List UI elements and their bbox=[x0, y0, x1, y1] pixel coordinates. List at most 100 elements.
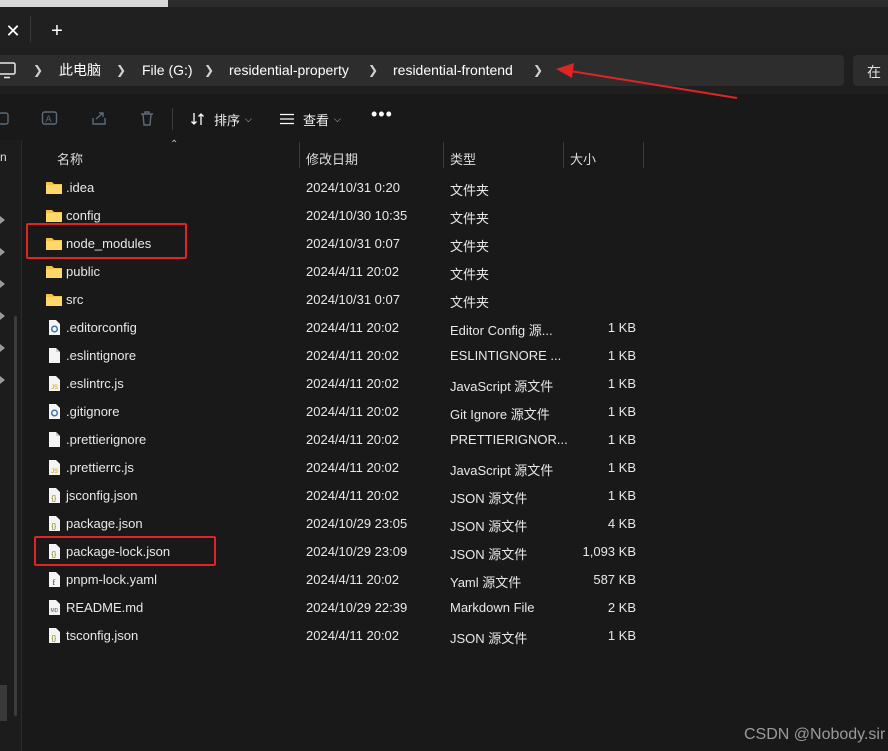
file-row[interactable]: .prettierignore 2024/4/11 20:02 PRETTIERIG… bbox=[22, 425, 888, 453]
chevron-right-icon[interactable]: ❯ bbox=[116, 62, 126, 79]
file-date: 2024/4/11 20:02 bbox=[306, 572, 400, 587]
close-tab-icon[interactable]: ✕ bbox=[0, 14, 26, 48]
column-header-date[interactable]: 修改日期 bbox=[306, 149, 358, 168]
svg-text:JS: JS bbox=[51, 385, 58, 391]
file-row[interactable]: f pnpm-lock.yaml 2024/4/11 20:02 Yaml 源文件 58… bbox=[22, 565, 888, 593]
address-bar[interactable]: ❯ 此电脑 ❯ File (G:) ❯ residential-property… bbox=[0, 55, 844, 86]
json-file-icon: {} bbox=[49, 488, 60, 503]
file-name: .eslintrc.js bbox=[66, 376, 124, 391]
file-date: 2024/4/11 20:02 bbox=[306, 264, 400, 279]
file-name: README.md bbox=[66, 600, 144, 615]
column-header-name[interactable]: 名称 bbox=[57, 149, 83, 168]
file-type: Yaml 源文件 bbox=[450, 575, 522, 590]
file-name: .idea bbox=[66, 180, 95, 195]
file-row[interactable]: src 2024/10/31 0:07 文件夹 bbox=[22, 285, 888, 313]
file-date: 2024/4/11 20:02 bbox=[306, 376, 400, 391]
chevron-right-icon[interactable]: ❯ bbox=[204, 62, 214, 79]
file-row[interactable]: .gitignore 2024/4/11 20:02 Git Ignore 源文件 1… bbox=[22, 397, 888, 425]
address-row: ❯ 此电脑 ❯ File (G:) ❯ residential-property… bbox=[0, 48, 888, 94]
js-file-icon: JS bbox=[49, 460, 60, 475]
file-name: public bbox=[66, 264, 100, 279]
view-button[interactable]: 查看 ⌵ bbox=[279, 108, 341, 130]
column-header-type[interactable]: 类型 bbox=[450, 149, 476, 168]
toolbar-separator bbox=[172, 108, 173, 130]
expand-arrow-icon[interactable] bbox=[0, 312, 6, 320]
view-label: 查看 bbox=[303, 112, 330, 128]
gear-file-icon bbox=[49, 404, 60, 419]
file-row[interactable]: {} jsconfig.json 2024/4/11 20:02 JSON 源文件 1 … bbox=[22, 481, 888, 509]
file-row[interactable]: {} package.json 2024/10/29 23:05 JSON 源文件 4 … bbox=[22, 509, 888, 537]
file-date: 2024/4/11 20:02 bbox=[306, 404, 400, 419]
js-file-icon: JS bbox=[49, 376, 60, 391]
expand-arrow-icon[interactable] bbox=[0, 344, 6, 352]
file-name: .editorconfig bbox=[66, 320, 137, 335]
column-divider[interactable] bbox=[563, 142, 564, 168]
column-header-size[interactable]: 大小 bbox=[570, 149, 596, 168]
file-row[interactable]: .idea 2024/10/31 0:20 文件夹 bbox=[22, 173, 888, 201]
file-type: Editor Config 源... bbox=[450, 323, 553, 338]
watermark: CSDN @Nobody.sir bbox=[744, 726, 886, 743]
file-date: 2024/10/30 10:35 bbox=[306, 208, 408, 223]
file-type: 文件夹 bbox=[450, 295, 490, 310]
this-pc-icon[interactable] bbox=[0, 62, 16, 79]
file-row[interactable]: MD README.md 2024/10/29 22:39 Markdown File… bbox=[22, 593, 888, 621]
breadcrumb-this-pc[interactable]: 此电脑 bbox=[59, 62, 101, 79]
expand-arrow-icon[interactable] bbox=[0, 248, 6, 256]
expand-arrow-icon[interactable] bbox=[0, 280, 6, 288]
nav-item-label-partial[interactable]: n bbox=[0, 150, 7, 164]
file-size: 1 KB bbox=[607, 460, 636, 475]
breadcrumb-residential-property[interactable]: residential-property bbox=[229, 62, 349, 79]
file-date: 2024/4/11 20:02 bbox=[306, 488, 400, 503]
sort-button[interactable]: 排序 ⌵ bbox=[190, 108, 252, 130]
file-size: 4 KB bbox=[607, 516, 636, 531]
file-size: 1 KB bbox=[607, 320, 636, 335]
file-type: JavaScript 源文件 bbox=[450, 379, 554, 394]
delete-icon[interactable] bbox=[138, 109, 156, 127]
column-divider[interactable] bbox=[643, 142, 644, 168]
search-input[interactable]: 在 bbox=[853, 55, 888, 86]
md-file-icon: MD bbox=[49, 600, 60, 615]
file-date: 2024/10/31 0:07 bbox=[306, 292, 400, 307]
file-row[interactable]: public 2024/4/11 20:02 文件夹 bbox=[22, 257, 888, 285]
column-divider[interactable] bbox=[299, 142, 300, 168]
file-row[interactable]: .eslintignore 2024/4/11 20:02 ESLINTIGNORE… bbox=[22, 341, 888, 369]
breadcrumb-residential-frontend[interactable]: residential-frontend bbox=[393, 62, 513, 79]
file-size: 1 KB bbox=[607, 628, 636, 643]
rename-icon[interactable]: A bbox=[41, 109, 59, 127]
chevron-right-icon[interactable]: ❯ bbox=[533, 62, 543, 79]
file-name: tsconfig.json bbox=[66, 628, 139, 643]
share-icon[interactable] bbox=[90, 109, 108, 127]
window-top-edge bbox=[0, 0, 888, 7]
file-date: 2024/10/29 23:09 bbox=[306, 544, 408, 559]
expand-arrow-icon[interactable] bbox=[0, 216, 6, 224]
file-row[interactable]: JS .eslintrc.js 2024/4/11 20:02 JavaScript … bbox=[22, 369, 888, 397]
column-divider[interactable] bbox=[443, 142, 444, 168]
file-size: 1 KB bbox=[607, 348, 636, 363]
chevron-right-icon[interactable]: ❯ bbox=[33, 62, 43, 79]
more-options-icon[interactable]: ••• bbox=[371, 104, 393, 125]
new-tab-icon[interactable]: + bbox=[44, 14, 70, 48]
nav-scrollbar[interactable] bbox=[14, 316, 17, 716]
file-size: 1 KB bbox=[607, 404, 636, 419]
file-row[interactable]: .editorconfig 2024/4/11 20:02 Editor Confi… bbox=[22, 313, 888, 341]
file-name: jsconfig.json bbox=[66, 488, 138, 503]
view-icon bbox=[280, 113, 294, 125]
file-row[interactable]: JS .prettierrc.js 2024/4/11 20:02 JavaScrip… bbox=[22, 453, 888, 481]
gear-file-icon bbox=[49, 320, 60, 335]
command-bar: A 排序 ⌵ 查看 ⌵ bbox=[0, 98, 888, 140]
breadcrumb-drive[interactable]: File (G:) bbox=[142, 62, 193, 79]
svg-text:A: A bbox=[46, 114, 52, 124]
highlight-box-package-lock bbox=[34, 536, 216, 566]
file-date: 2024/4/11 20:02 bbox=[306, 432, 400, 447]
file-name: package.json bbox=[66, 516, 143, 531]
file-type: 文件夹 bbox=[450, 183, 490, 198]
chevron-right-icon[interactable]: ❯ bbox=[368, 62, 378, 79]
highlight-box-node-modules bbox=[26, 223, 187, 259]
copy-icon[interactable] bbox=[0, 109, 12, 127]
file-type: Git Ignore 源文件 bbox=[450, 407, 550, 422]
svg-text:f: f bbox=[53, 578, 56, 587]
file-type: JavaScript 源文件 bbox=[450, 463, 554, 478]
file-row[interactable]: {} tsconfig.json 2024/4/11 20:02 JSON 源文件 1 … bbox=[22, 621, 888, 649]
blank-file-icon bbox=[49, 432, 60, 447]
expand-arrow-icon[interactable] bbox=[0, 376, 6, 384]
